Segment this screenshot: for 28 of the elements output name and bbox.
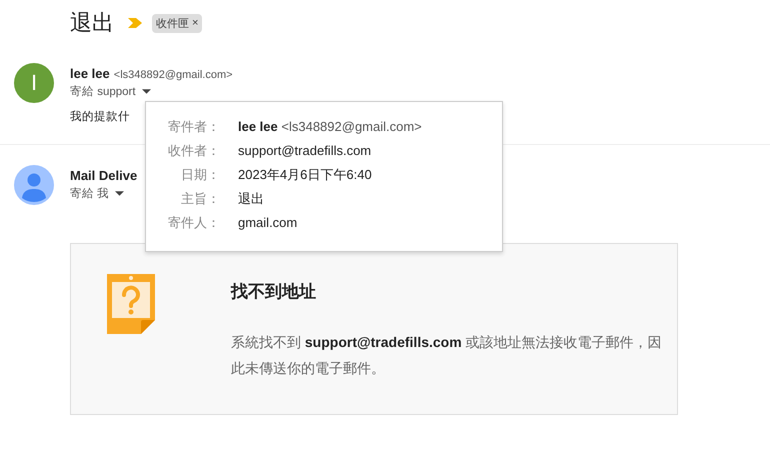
label-name: 收件匣	[156, 16, 189, 30]
detail-value: gmail.com	[238, 215, 298, 230]
detail-label: 寄件人：	[167, 214, 220, 232]
detail-label: 寄件者：	[167, 118, 220, 136]
detail-label: 日期：	[180, 166, 220, 184]
caret-icon	[115, 191, 124, 196]
avatar: I	[14, 63, 54, 103]
sender-email: <ls348892@gmail.com>	[114, 69, 233, 81]
caret-icon	[142, 89, 151, 94]
detail-email: <ls348892@gmail.com>	[281, 119, 422, 134]
email-subject: 退出	[70, 9, 114, 37]
detail-name: lee lee	[238, 119, 278, 134]
sender-name: Mail Delive	[70, 168, 138, 183]
avatar-icon	[14, 165, 54, 205]
sender-name: lee lee	[70, 66, 110, 81]
detail-value: 2023年4月6日下午6:40	[238, 167, 372, 182]
detail-value: 退出	[238, 191, 264, 206]
remove-label-button[interactable]: ×	[192, 17, 198, 29]
detail-label: 收件者：	[167, 142, 220, 160]
recipient-dropdown[interactable]: 寄給 support	[70, 84, 233, 99]
detail-value: support@tradefills.com	[238, 143, 372, 158]
message-body: 我的提款什	[70, 110, 131, 124]
bounce-message: 系統找不到 support@tradefills.com 或該地址無法接收電子郵件，因此未傳送你的電子郵件。	[231, 333, 663, 378]
recipient-dropdown[interactable]: 寄給 我	[70, 186, 138, 201]
question-note-icon	[107, 274, 155, 334]
detail-label: 主旨：	[180, 190, 220, 208]
importance-marker-icon[interactable]	[128, 18, 142, 28]
bounce-title: 找不到地址	[231, 281, 317, 303]
